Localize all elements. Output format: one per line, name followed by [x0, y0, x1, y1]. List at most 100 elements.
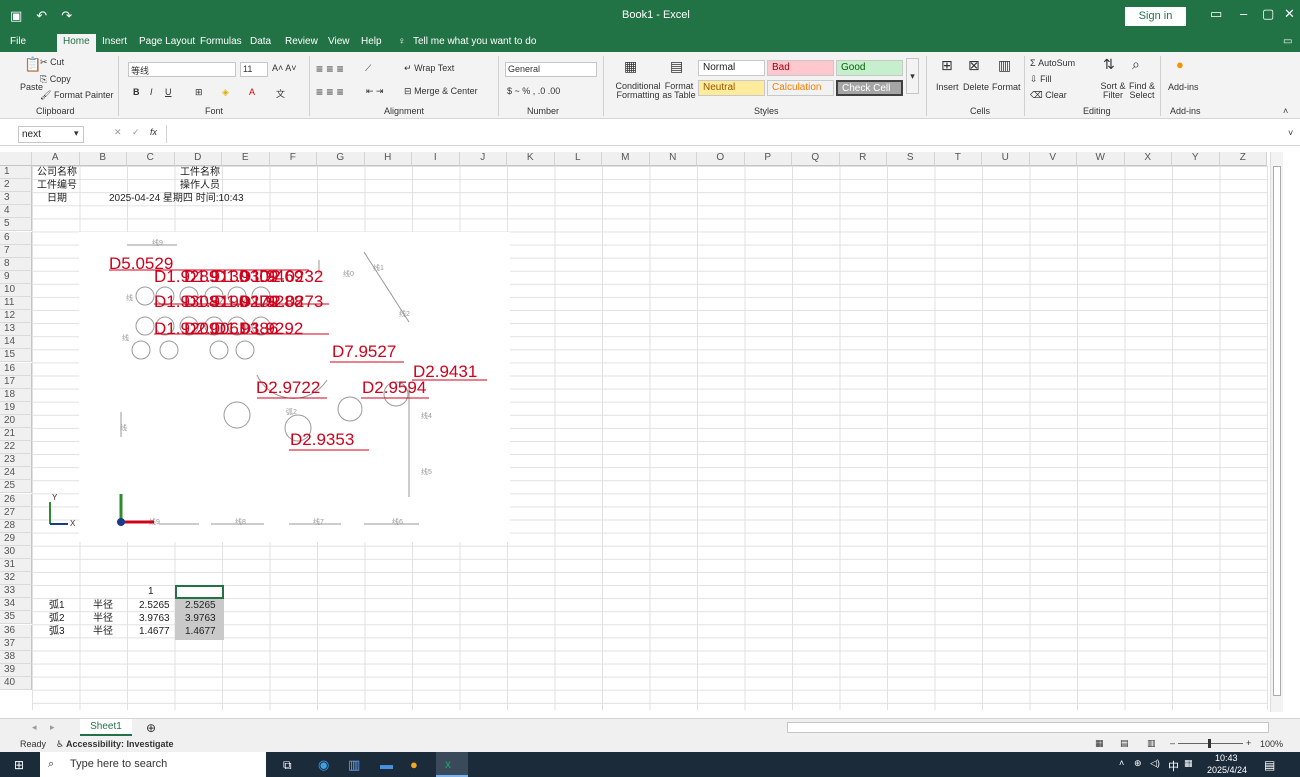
column-header[interactable]: S [887, 152, 935, 166]
row-header[interactable]: 28 [0, 519, 32, 533]
page-break-view-icon[interactable]: ▥ [1147, 738, 1156, 749]
row-header[interactable]: 5 [0, 218, 32, 232]
scroll-thumb[interactable] [1273, 166, 1281, 696]
phonetic-icon[interactable]: 文 [276, 87, 285, 100]
cad-drawing-image[interactable]: 线9 线线线0 线1 线2 线线4 线5 弧2 线9 线8 线7 线6 D5.0529 D1.92… [18, 232, 510, 542]
row-header[interactable]: 37 [0, 637, 32, 651]
row-header[interactable]: 39 [0, 663, 32, 677]
style-normal[interactable]: Normal [698, 60, 765, 76]
row-header[interactable]: 29 [0, 532, 32, 546]
cancel-icon[interactable]: ✕ [114, 127, 122, 138]
cell-a33[interactable]: 弧1 [49, 600, 65, 612]
next-sheet-icon[interactable]: ▸ [50, 722, 55, 733]
cell-d34[interactable]: 3.9763 [185, 613, 216, 625]
cell-c34[interactable]: 3.9763 [139, 613, 170, 625]
column-header[interactable]: E [222, 152, 270, 166]
cut-button[interactable]: ✂ Cut [40, 57, 64, 68]
tab-data[interactable]: Data [250, 36, 271, 47]
column-header[interactable]: W [1077, 152, 1125, 166]
bold-icon[interactable]: B [133, 87, 140, 97]
task-view-icon[interactable]: ⧉ [283, 758, 292, 773]
sheet-tab-sheet1[interactable]: Sheet1 [80, 719, 132, 736]
font-color-icon[interactable]: A [249, 87, 255, 97]
tell-me-input[interactable]: Tell me what you want to do [413, 36, 536, 47]
font-name-select[interactable]: 等线 [128, 62, 236, 77]
active-cell-d32[interactable] [175, 585, 224, 599]
maximize-icon[interactable]: ▢ [1262, 6, 1274, 22]
close-icon[interactable]: ✕ [1284, 6, 1295, 22]
row-header[interactable]: 12 [0, 310, 32, 324]
row-header[interactable]: 2 [0, 179, 32, 193]
wrap-text-button[interactable]: ↵ Wrap Text [404, 63, 454, 74]
cell-d2[interactable]: 操作人员 [180, 180, 220, 192]
row-header[interactable]: 13 [0, 323, 32, 337]
font-size-select[interactable]: 11 [240, 62, 268, 77]
style-calculation[interactable]: Calculation [767, 80, 834, 96]
ribbon-display-icon[interactable]: ▭ [1210, 6, 1222, 22]
currency-icon[interactable]: $ ~ % , .0 .00 [507, 86, 560, 96]
merge-center-button[interactable]: ⊟ Merge & Center [404, 86, 478, 97]
tell-me-search-icon[interactable]: ♀ [398, 36, 406, 47]
indent-icon[interactable]: ⇤ ⇥ [366, 86, 384, 97]
conditional-format-icon[interactable]: ▦ [624, 58, 637, 75]
network-icon[interactable]: ⊕ [1134, 758, 1142, 769]
style-good[interactable]: Good [836, 60, 903, 76]
zoom-out-icon[interactable]: – [1170, 738, 1175, 748]
add-sheet-icon[interactable]: ⊕ [146, 721, 156, 735]
undo-icon[interactable]: ↶ [36, 8, 47, 24]
italic-icon[interactable]: I [150, 87, 153, 97]
row-header[interactable]: 30 [0, 545, 32, 559]
column-header[interactable]: R [839, 152, 887, 166]
zoom-level[interactable]: 100% [1260, 739, 1283, 749]
column-header[interactable]: D [174, 152, 222, 166]
align-top-icon[interactable]: ≡ ≡ ≡ [316, 62, 344, 76]
column-header[interactable]: Q [792, 152, 840, 166]
ime-grid-icon[interactable]: ▦ [1184, 758, 1193, 769]
sort-filter-button[interactable]: Sort & Filter [1098, 82, 1128, 100]
row-header[interactable]: 25 [0, 480, 32, 494]
column-header[interactable]: P [744, 152, 792, 166]
sort-filter-icon[interactable]: ⇅ [1103, 56, 1115, 73]
row-header[interactable]: 40 [0, 676, 32, 690]
row-header[interactable]: 11 [0, 297, 32, 310]
column-header[interactable]: N [649, 152, 697, 166]
column-header[interactable]: B [79, 152, 127, 166]
cell-a1[interactable]: 公司名称 [37, 167, 77, 179]
accessibility-icon[interactable]: ♿ [56, 739, 64, 750]
number-format-select[interactable]: General [505, 62, 597, 77]
style-check-cell[interactable]: Check Cell [836, 80, 903, 96]
row-header[interactable]: 35 [0, 611, 32, 625]
cell-c32[interactable]: 1 [148, 586, 154, 598]
insert-cells-icon[interactable]: ⊞ [941, 57, 953, 74]
row-header[interactable]: 19 [0, 401, 32, 415]
copy-button[interactable]: ⎘ Copy [40, 74, 71, 85]
row-header[interactable]: 31 [0, 559, 32, 572]
cell-b3[interactable]: 2025-04-24 星期四 时间:10:43 [109, 193, 244, 205]
orientation-icon[interactable]: ⟋ [365, 63, 371, 74]
fill-color-icon[interactable]: ◈ [222, 87, 229, 98]
zoom-in-icon[interactable]: + [1246, 738, 1251, 748]
format-cells-icon[interactable]: ▥ [998, 57, 1011, 74]
cell-c33[interactable]: 2.5265 [139, 600, 170, 612]
tab-help[interactable]: Help [361, 36, 382, 47]
tab-home[interactable]: Home [57, 34, 96, 52]
minimize-icon[interactable]: – [1240, 6, 1247, 21]
conditional-formatting-button[interactable]: Conditional Formatting [610, 82, 666, 100]
prev-sheet-icon[interactable]: ◂ [32, 722, 37, 733]
row-header[interactable]: 6 [0, 231, 32, 245]
addins-button[interactable]: Add-ins [1168, 82, 1199, 92]
row-header[interactable]: 22 [0, 441, 32, 455]
cell-b34[interactable]: 半径 [93, 613, 113, 625]
volume-icon[interactable]: ◁) [1150, 758, 1160, 769]
format-as-table-button[interactable]: Format as Table [660, 82, 698, 100]
column-header[interactable]: G [317, 152, 365, 166]
tab-page-layout[interactable]: Page Layout [139, 36, 195, 47]
redo-icon[interactable]: ↷ [61, 8, 72, 24]
column-header[interactable]: Y [1172, 152, 1220, 166]
addins-icon[interactable]: ● [1176, 57, 1184, 72]
insert-cells-button[interactable]: Insert [936, 82, 959, 92]
insert-function-icon[interactable]: fx [150, 127, 157, 137]
column-header[interactable]: I [412, 152, 460, 166]
row-header[interactable]: 16 [0, 362, 32, 376]
column-header[interactable]: V [1029, 152, 1077, 166]
